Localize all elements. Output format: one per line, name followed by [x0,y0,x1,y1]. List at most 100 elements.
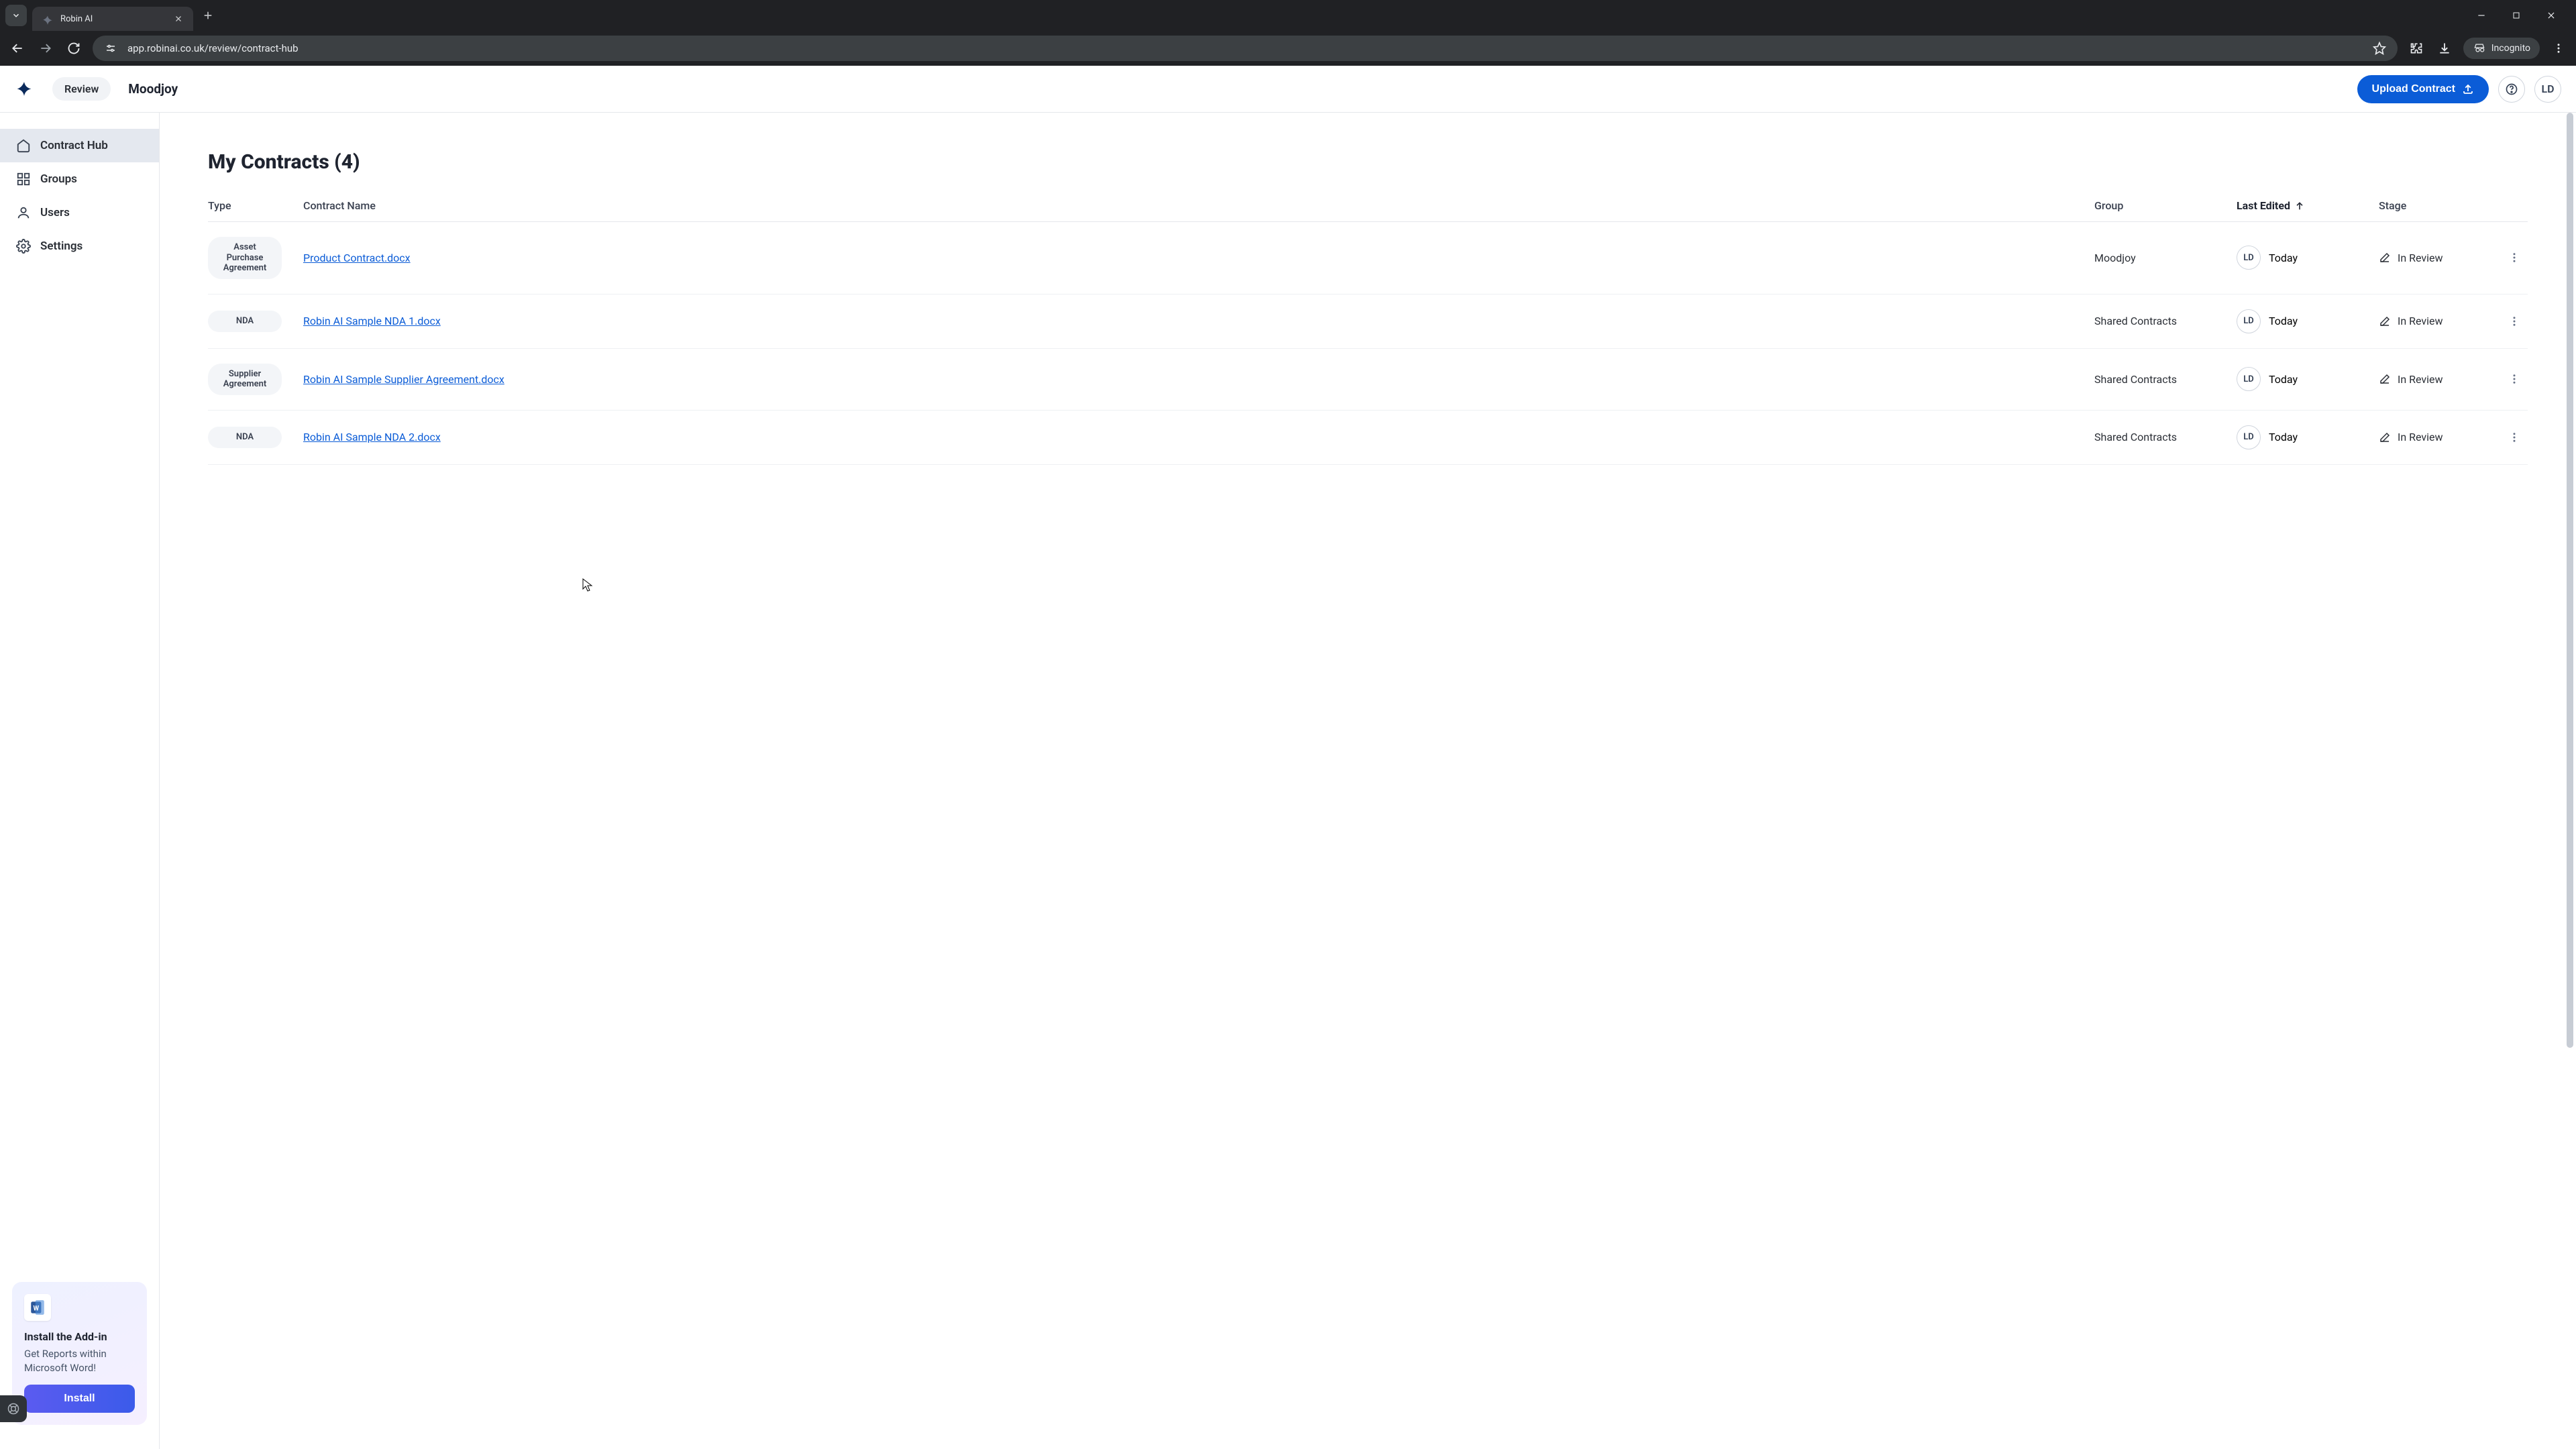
upload-icon [2462,83,2474,95]
site-info-button[interactable] [102,40,119,57]
review-pill[interactable]: Review [52,77,111,101]
address-bar[interactable]: app.robinai.co.uk/review/contract-hub [93,36,2398,61]
close-icon [2546,11,2556,20]
contract-link[interactable]: Robin AI Sample NDA 2.docx [303,431,441,443]
addin-body: Get Reports within Microsoft Word! [24,1347,135,1375]
incognito-indicator[interactable]: Incognito [2463,38,2540,59]
stage-cell: In Review [2379,373,2493,386]
browser-tab[interactable]: Robin AI [32,7,193,31]
extensions-button[interactable] [2407,39,2426,58]
edit-icon [2379,373,2391,385]
type-badge: Supplier Agreement [208,364,282,395]
group-cell: Shared Contracts [2094,431,2229,443]
question-icon [2505,83,2518,96]
tab-title: Robin AI [60,14,166,24]
edited-time: Today [2269,315,2298,327]
col-name[interactable]: Contract Name [303,199,2086,212]
last-edited-cell: LDToday [2237,367,2371,391]
tab-search-dropdown[interactable] [5,5,27,26]
install-button[interactable]: Install [24,1385,135,1413]
row-menu-button[interactable] [2501,373,2528,385]
sort-asc-icon [2294,201,2305,211]
browser-menu-button[interactable] [2549,39,2568,58]
stage-label: In Review [2398,315,2443,327]
table-row: NDARobin AI Sample NDA 1.docxShared Cont… [208,294,2528,349]
user-avatar[interactable]: LD [2534,76,2561,103]
upload-contract-button[interactable]: Upload Contract [2357,75,2489,103]
col-stage[interactable]: Stage [2379,199,2493,212]
sidebar-item-users[interactable]: Users [0,196,159,229]
word-icon: W [24,1294,51,1321]
scroll-thumb[interactable] [2567,113,2573,1048]
kebab-icon [2508,315,2520,327]
type-badge: NDA [208,427,282,448]
col-last-edited[interactable]: Last Edited [2237,199,2371,212]
sidebar-item-groups[interactable]: Groups [0,162,159,196]
edited-time: Today [2269,373,2298,386]
robin-logo-icon[interactable] [15,80,42,99]
sidebar: Contract Hub Groups Users Settings W Instal… [0,113,160,1449]
reload-icon [67,42,80,55]
tune-icon [105,42,117,54]
stage-label: In Review [2398,431,2443,443]
floating-help-button[interactable] [0,1395,27,1422]
row-menu-button[interactable] [2501,315,2528,327]
download-icon [2438,42,2451,55]
window-maximize-button[interactable] [2506,5,2526,25]
users-icon [16,205,31,220]
contract-hub-icon [16,138,31,153]
plus-icon [203,10,213,21]
edited-time: Today [2269,431,2298,443]
last-edited-cell: LDToday [2237,309,2371,333]
help-button[interactable] [2498,76,2525,103]
kebab-icon [2508,252,2520,264]
avatar-initials: LD [2541,83,2554,95]
row-menu-button[interactable] [2501,431,2528,443]
col-group[interactable]: Group [2094,199,2229,212]
sidebar-item-label: Users [40,206,70,219]
stage-label: In Review [2398,373,2443,386]
tab-close-button[interactable] [173,13,184,24]
scrollbar[interactable] [2565,113,2575,1449]
puzzle-icon [2410,42,2423,55]
back-button[interactable] [8,39,27,58]
groups-icon [16,172,31,186]
contracts-table: Type Contract Name Group Last Edited Sta… [208,193,2528,465]
editor-avatar: LD [2237,425,2261,449]
col-last-edited-label: Last Edited [2237,199,2290,212]
reload-button[interactable] [64,39,83,58]
row-menu-button[interactable] [2501,252,2528,264]
new-tab-button[interactable] [199,6,217,25]
table-header: Type Contract Name Group Last Edited Sta… [208,193,2528,222]
downloads-button[interactable] [2435,39,2454,58]
main-content: My Contracts (4) Type Contract Name Grou… [160,113,2576,1449]
contract-link[interactable]: Product Contract.docx [303,252,411,264]
page-title: My Contracts (4) [208,150,2528,174]
table-row: NDA Robin AI Sample NDA 2.docx Shared Cont… [208,411,2528,465]
app-header: Review Moodjoy Upload Contract LD [0,66,2576,113]
contract-link[interactable]: Robin AI Sample Supplier Agreement.docx [303,373,504,386]
window-minimize-button[interactable] [2471,5,2491,25]
upload-button-label: Upload Contract [2372,83,2455,95]
kebab-icon [2553,42,2565,54]
org-name: Moodjoy [128,81,178,97]
app-body: Contract Hub Groups Users Settings W Instal… [0,113,2576,1449]
edit-icon [2379,431,2391,443]
lifebuoy-icon [7,1402,20,1415]
last-edited-cell: LDToday [2237,246,2371,270]
bookmark-button[interactable] [2371,40,2388,57]
sidebar-item-label: Contract Hub [40,139,108,152]
type-badge: Asset Purchase Agreement [208,237,282,279]
type-badge: NDA [208,311,282,332]
maximize-icon [2512,11,2520,19]
sidebar-item-contract-hub[interactable]: Contract Hub [0,129,159,162]
col-type[interactable]: Type [208,199,295,212]
contract-link[interactable]: Robin AI Sample NDA 1.docx [303,315,441,327]
robin-favicon-icon [42,13,54,25]
install-button-label: Install [64,1393,95,1404]
group-cell: Moodjoy [2094,252,2229,264]
sidebar-item-settings[interactable]: Settings [0,229,159,263]
star-icon [2373,42,2386,55]
forward-button[interactable] [36,39,55,58]
window-close-button[interactable] [2541,5,2561,25]
